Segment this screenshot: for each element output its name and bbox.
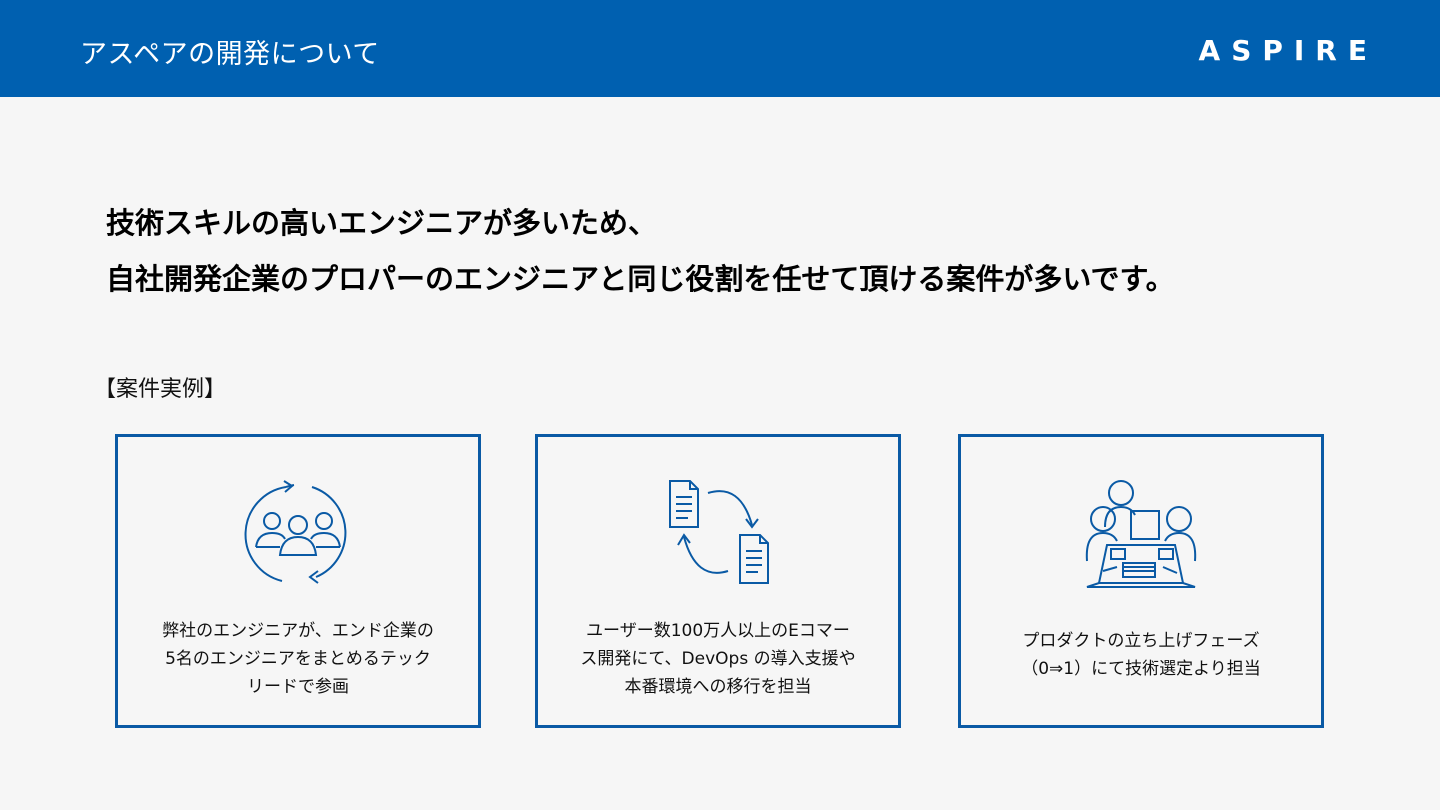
card-1-line-3: リードで参画 <box>247 677 349 697</box>
headline: 技術スキルの高いエンジニアが多いため、 自社開発企業のプロパーのエンジニアと同じ… <box>106 195 1175 307</box>
card-2-line-2: ス開発にて、DevOps の導入支援や <box>580 649 856 669</box>
card-3-line-1: プロダクトの立ち上げフェーズ <box>1022 631 1260 651</box>
aspire-logo: ASPIRE <box>1198 34 1378 67</box>
case-card-1: 弊社のエンジニアが、エンド企業の 5名のエンジニアをまとめるテック リードで参画 <box>115 434 481 728</box>
case-card-2: ユーザー数100万人以上のEコマー ス開発にて、DevOps の導入支援や 本番… <box>535 434 901 728</box>
document-sync-icon <box>669 480 769 584</box>
case-card-3: プロダクトの立ち上げフェーズ （0⇒1）にて技術選定より担当 <box>958 434 1324 728</box>
headline-line-1: 技術スキルの高いエンジニアが多いため、 <box>106 206 658 240</box>
card-2-line-3: 本番環境への移行を担当 <box>624 677 812 697</box>
card-2-text: ユーザー数100万人以上のEコマー ス開発にて、DevOps の導入支援や 本番… <box>538 617 898 701</box>
card-1-text: 弊社のエンジニアが、エンド企業の 5名のエンジニアをまとめるテック リードで参画 <box>118 617 478 701</box>
card-3-line-2: （0⇒1）にて技術選定より担当 <box>1021 659 1261 679</box>
page-title: アスペアの開発について <box>80 39 380 70</box>
card-1-line-2: 5名のエンジニアをまとめるテック <box>165 649 431 669</box>
section-label: 【案件実例】 <box>94 377 227 402</box>
meeting-table-icon <box>1085 480 1197 588</box>
card-2-line-1: ユーザー数100万人以上のEコマー <box>586 621 850 641</box>
team-cycle-icon <box>244 480 347 584</box>
card-1-line-1: 弊社のエンジニアが、エンド企業の <box>162 621 434 641</box>
headline-line-2: 自社開発企業のプロパーのエンジニアと同じ役割を任せて頂ける案件が多いです。 <box>106 262 1175 296</box>
card-3-text: プロダクトの立ち上げフェーズ （0⇒1）にて技術選定より担当 <box>961 627 1321 683</box>
header-bar: アスペアの開発について ASPIRE <box>0 0 1440 97</box>
